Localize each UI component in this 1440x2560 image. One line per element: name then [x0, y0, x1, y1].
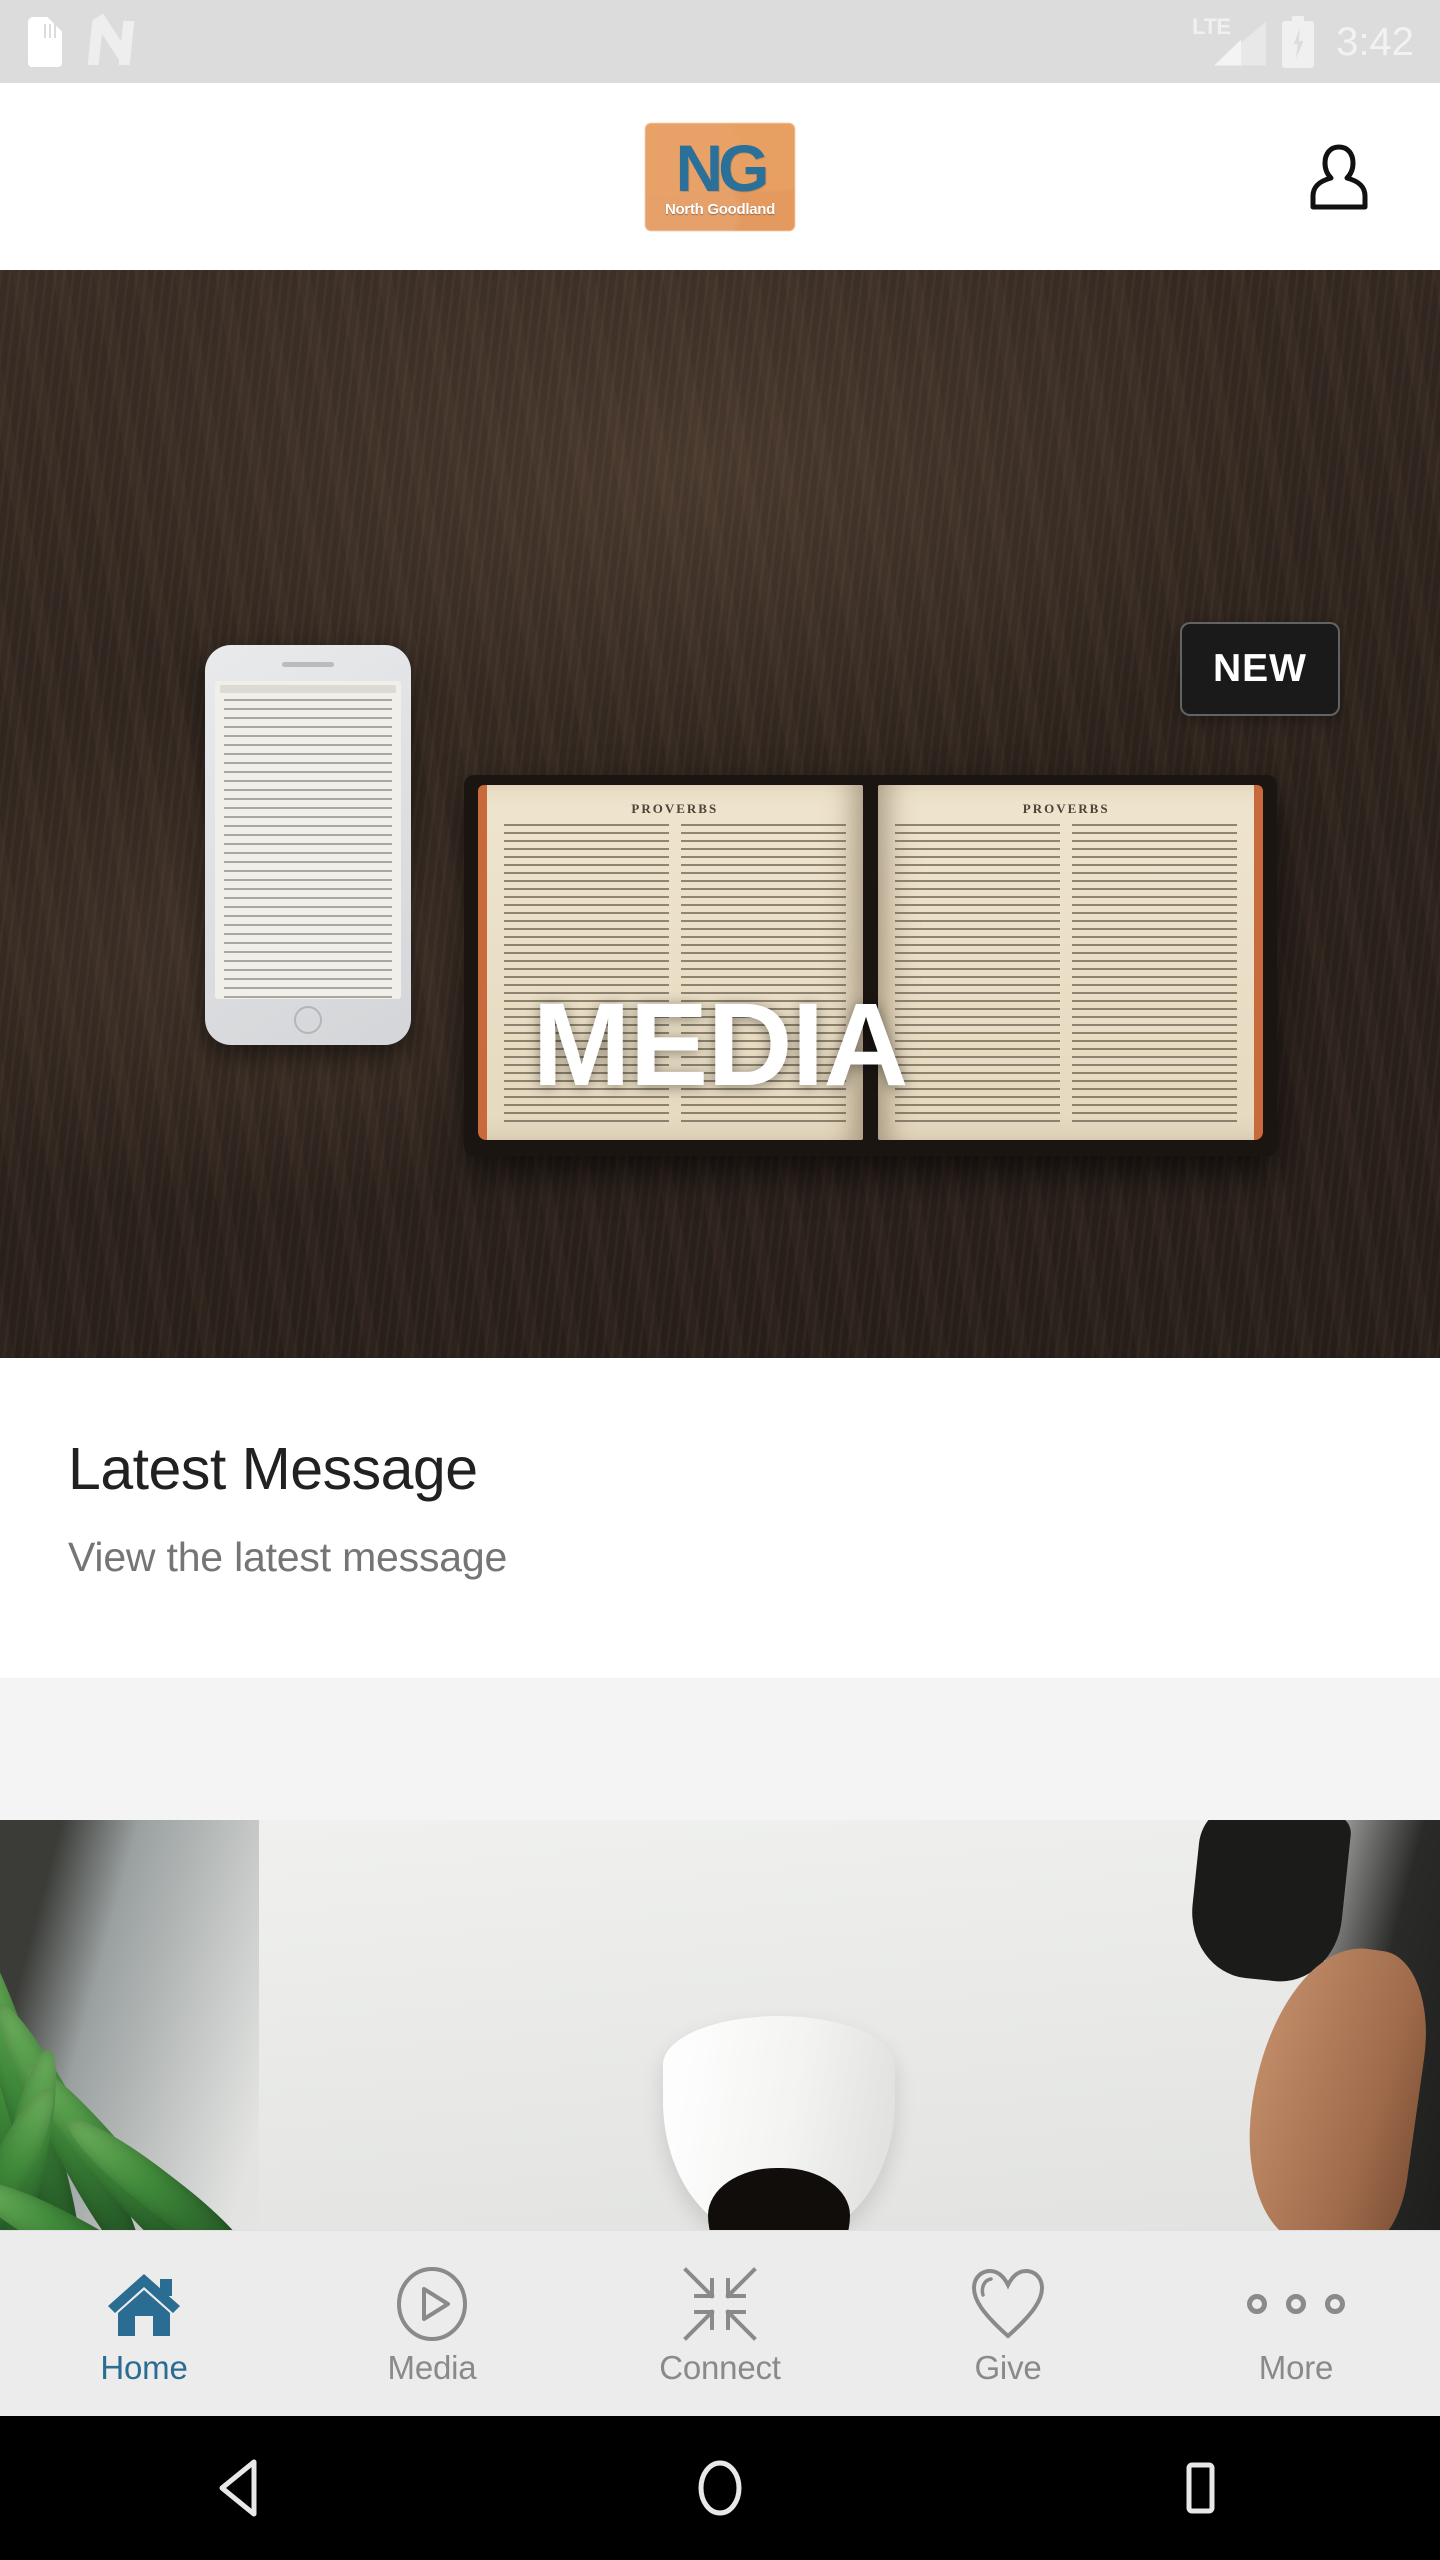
- nav-tab-media[interactable]: Media: [288, 2231, 576, 2416]
- app-logo[interactable]: NG North Goodland: [645, 122, 795, 231]
- lte-label: LTE: [1192, 13, 1231, 39]
- nav-tab-home-label: Home: [100, 2349, 188, 2386]
- recents-square-icon: [1186, 2462, 1215, 2514]
- card-separator: [0, 1678, 1440, 1820]
- home-icon: [104, 2263, 184, 2345]
- new-badge: NEW: [1180, 622, 1340, 716]
- plant-photo-element: [0, 1820, 576, 2230]
- nav-tab-give[interactable]: Give: [864, 2231, 1152, 2416]
- nav-tab-more[interactable]: More: [1152, 2231, 1440, 2416]
- status-bar-left-icons: [28, 12, 135, 67]
- signal-bars-icon: LTE: [1192, 13, 1267, 68]
- nfc-icon: [87, 12, 135, 67]
- recents-button[interactable]: [1140, 2428, 1260, 2548]
- more-dots-icon: [1247, 2263, 1345, 2345]
- connect-arrows-icon: [678, 2263, 762, 2345]
- app-screen: LTE 3:42 NG North Goodland PROVERBS PROV…: [0, 0, 1440, 2560]
- media-hero-card[interactable]: PROVERBS PROVERBS MEDIA NEW: [0, 270, 1440, 1358]
- coffee-cup-photo-element: [663, 2016, 895, 2230]
- nav-tab-home[interactable]: Home: [0, 2231, 288, 2416]
- home-button[interactable]: [660, 2428, 780, 2548]
- sim-card-icon: [28, 16, 62, 67]
- logo-initials: NG: [675, 131, 770, 206]
- home-circle-icon: [698, 2460, 742, 2516]
- battery-charging-icon: [1282, 15, 1315, 68]
- heart-icon: [969, 2263, 1047, 2345]
- latest-message-title: Latest Message: [68, 1436, 478, 1502]
- status-bar: LTE 3:42: [0, 0, 1440, 83]
- latest-message-subtitle: View the latest message: [68, 1534, 508, 1580]
- nav-tab-connect-label: Connect: [659, 2349, 781, 2386]
- latest-message-card[interactable]: Latest Message View the latest message: [0, 1358, 1440, 1678]
- android-system-nav: [0, 2416, 1440, 2560]
- profile-button[interactable]: [1296, 134, 1382, 220]
- back-triangle-icon: [219, 2459, 257, 2517]
- back-button[interactable]: [180, 2428, 300, 2548]
- hero-title: MEDIA: [532, 979, 908, 1111]
- bottom-navigation-bar: Home Media Connect Give More: [0, 2230, 1440, 2416]
- secondary-image-card[interactable]: [0, 1820, 1440, 2230]
- logo-name: North Goodland: [665, 200, 775, 218]
- phone-photo-element: [205, 645, 411, 1045]
- nav-tab-connect[interactable]: Connect: [576, 2231, 864, 2416]
- play-circle-icon: [395, 2263, 469, 2345]
- nav-tab-media-label: Media: [387, 2349, 477, 2386]
- person-icon: [1310, 144, 1368, 209]
- status-bar-right-icons: LTE 3:42: [1192, 13, 1414, 68]
- nav-tab-give-label: Give: [974, 2349, 1042, 2386]
- status-bar-clock: 3:42: [1336, 19, 1414, 64]
- app-header: NG North Goodland: [0, 83, 1440, 270]
- nav-tab-more-label: More: [1258, 2349, 1334, 2386]
